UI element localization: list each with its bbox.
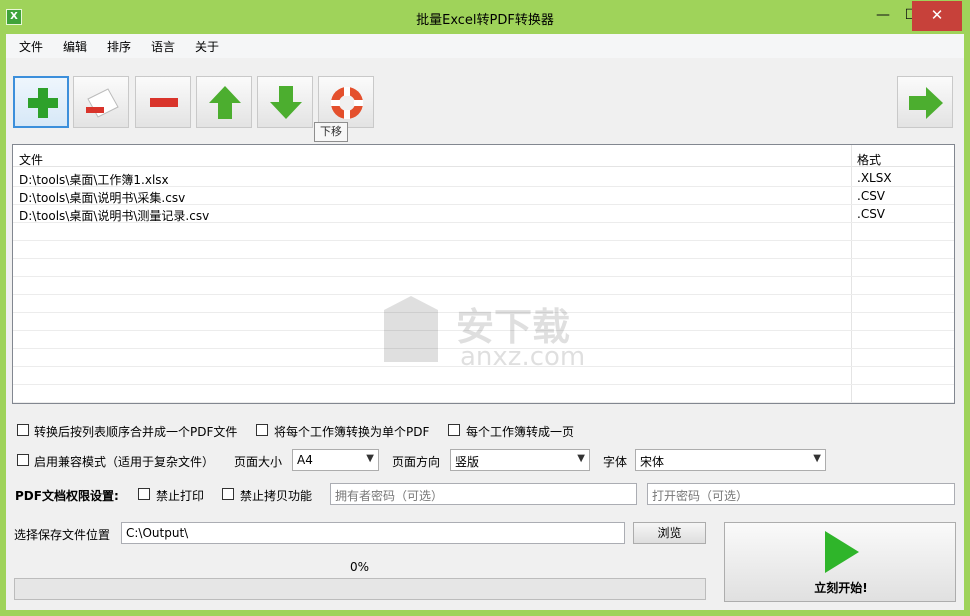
output-path-input[interactable]: C:\Output\ — [121, 522, 625, 544]
file-path: D:\tools\桌面\说明书\测量记录.csv — [19, 209, 210, 223]
chevron-down-icon: ▼ — [813, 453, 821, 464]
move-up-icon — [209, 86, 241, 119]
menu-file[interactable]: 文件 — [19, 38, 43, 55]
empty-row — [13, 241, 954, 259]
move-up-button[interactable] — [196, 76, 252, 128]
minimize-button[interactable]: — — [868, 1, 898, 31]
start-button-label: 立刻开始! — [814, 581, 868, 595]
file-format: .XLSX — [857, 171, 892, 185]
compat-checkbox[interactable] — [17, 454, 29, 466]
output-label: 选择保存文件位置 — [14, 528, 111, 542]
file-format: .CSV — [857, 207, 886, 221]
help-button[interactable] — [318, 76, 374, 128]
orientation-label: 页面方向 — [392, 455, 441, 469]
window-title: 批量Excel转PDF转换器 — [416, 13, 554, 28]
compat-label: 启用兼容模式（适用于复杂文件） — [34, 455, 215, 469]
move-down-icon — [270, 86, 302, 119]
page-size-value: A4 — [297, 453, 313, 467]
each-workbook-label: 将每个工作簿转换为单个PDF — [274, 425, 430, 439]
help-icon — [331, 87, 363, 119]
empty-row — [13, 223, 954, 241]
no-print-checkbox[interactable] — [138, 488, 150, 500]
progress-bar — [14, 578, 706, 600]
merge-label: 转换后按列表顺序合并成一个PDF文件 — [34, 425, 238, 439]
watermark-sub: anxz.com — [460, 342, 586, 372]
permissions-heading: PDF文档权限设置: — [15, 489, 119, 503]
font-value: 宋体 — [640, 455, 665, 469]
page-size-select[interactable]: A4 ▼ — [292, 449, 379, 471]
column-format[interactable]: 格式 — [857, 151, 881, 168]
add-icon — [28, 88, 58, 118]
progress-text: 0% — [350, 560, 370, 574]
file-path: D:\tools\桌面\说明书\采集.csv — [19, 191, 186, 205]
close-button[interactable]: ✕ — [912, 1, 962, 31]
page-size-label: 页面大小 — [234, 455, 283, 469]
clear-list-button[interactable] — [73, 76, 129, 128]
watermark: 安下载 anxz.com — [376, 292, 606, 380]
table-row[interactable]: D:\tools\桌面\说明书\测量记录.csv .CSV — [13, 205, 954, 223]
client-area: 文件 编辑 排序 语言 关于 下移 文件 格式 D:\tools\桌面\工作簿1… — [6, 34, 964, 610]
remove-file-button[interactable] — [135, 76, 191, 128]
title-bar[interactable]: X 批量Excel转PDF转换器 — ☐ ✕ — [0, 0, 970, 34]
menu-about[interactable]: 关于 — [195, 38, 219, 55]
next-button[interactable] — [897, 76, 953, 128]
next-icon — [909, 87, 943, 119]
move-down-button[interactable] — [257, 76, 313, 128]
menu-language[interactable]: 语言 — [151, 38, 175, 55]
font-select[interactable]: 宋体 ▼ — [635, 449, 826, 471]
chevron-down-icon: ▼ — [577, 453, 585, 464]
browse-button[interactable]: 浏览 — [633, 522, 706, 544]
no-copy-checkbox[interactable] — [222, 488, 234, 500]
open-password-input[interactable]: 打开密码（可选） — [647, 483, 955, 505]
menu-sort[interactable]: 排序 — [107, 38, 131, 55]
orientation-value: 竖版 — [455, 455, 480, 469]
shield-icon — [384, 296, 438, 362]
chevron-down-icon: ▼ — [366, 453, 374, 464]
list-header: 文件 格式 — [13, 145, 954, 168]
font-label: 字体 — [603, 455, 628, 469]
menu-edit[interactable]: 编辑 — [63, 38, 87, 55]
app-window: X 批量Excel转PDF转换器 — ☐ ✕ 文件 编辑 排序 语言 关于 下移… — [0, 0, 970, 616]
empty-row — [13, 259, 954, 277]
table-row[interactable]: D:\tools\桌面\说明书\采集.csv .CSV — [13, 187, 954, 205]
start-button[interactable]: 立刻开始! — [724, 522, 956, 602]
play-icon — [825, 531, 859, 573]
no-print-label: 禁止打印 — [156, 489, 205, 503]
no-copy-label: 禁止拷贝功能 — [240, 489, 313, 503]
table-row[interactable]: D:\tools\桌面\工作簿1.xlsx .XLSX — [13, 169, 954, 187]
file-format: .CSV — [857, 189, 886, 203]
owner-password-input[interactable]: 拥有者密码（可选） — [330, 483, 637, 505]
tooltip: 下移 — [314, 122, 348, 142]
clear-icon — [86, 88, 119, 118]
file-path: D:\tools\桌面\工作簿1.xlsx — [19, 173, 169, 187]
menu-bar: 文件 编辑 排序 语言 关于 — [6, 34, 964, 58]
orientation-select[interactable]: 竖版 ▼ — [450, 449, 590, 471]
empty-row — [13, 385, 954, 403]
one-page-label: 每个工作簿转成一页 — [466, 425, 575, 439]
merge-checkbox[interactable] — [17, 424, 29, 436]
remove-icon — [150, 98, 178, 107]
add-file-button[interactable] — [13, 76, 69, 128]
each-workbook-checkbox[interactable] — [256, 424, 268, 436]
column-file[interactable]: 文件 — [19, 151, 43, 168]
one-page-checkbox[interactable] — [448, 424, 460, 436]
